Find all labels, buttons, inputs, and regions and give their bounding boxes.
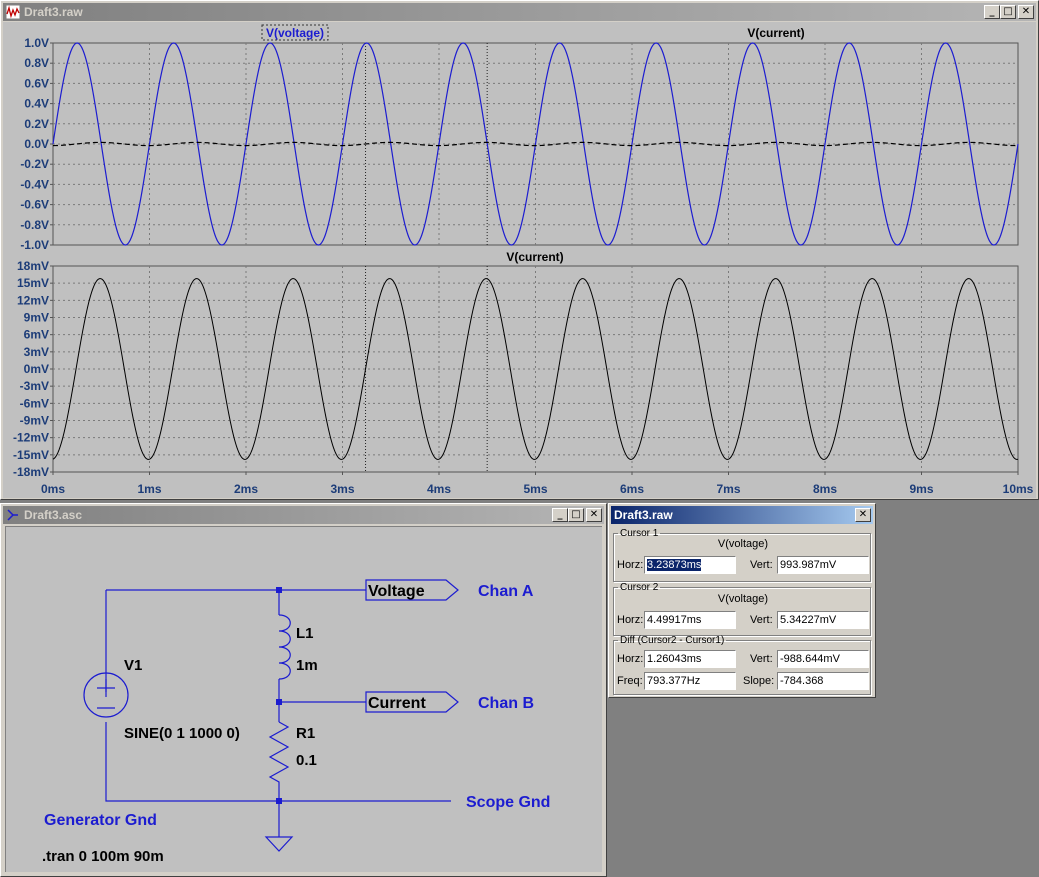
ground-symbol (264, 801, 294, 852)
y-tick-label: 12mV (17, 293, 49, 307)
diff-slope-field[interactable]: -784.368 (777, 672, 869, 690)
x-tick-label: 1ms (137, 482, 161, 496)
y-tick-label: 6mV (24, 328, 49, 342)
junction-mid (276, 699, 282, 705)
diff-horz-field[interactable]: 1.26043ms (644, 650, 736, 668)
resistor-symbol (268, 721, 290, 801)
label-chan-a[interactable]: Chan A (478, 583, 534, 600)
y-tick-label: 0mV (24, 362, 49, 376)
y-tick-label: -0.8V (20, 218, 49, 232)
x-tick-label: 5ms (523, 482, 547, 496)
net-label-voltage[interactable]: Voltage (368, 583, 425, 600)
label-scope-gnd[interactable]: Scope Gnd (466, 794, 550, 811)
x-tick-label: 7ms (716, 482, 740, 496)
minimize-button[interactable]: _ (984, 5, 1000, 19)
x-tick-label: 3ms (330, 482, 354, 496)
diff-horz-label: Horz: (617, 653, 644, 665)
waveform-icon (6, 5, 20, 19)
trace-label-current-top[interactable]: V(current) (747, 26, 804, 40)
minimize-button[interactable]: _ (552, 508, 568, 522)
cursor1-horz-label: Horz: (617, 559, 644, 571)
diff-vert-field[interactable]: -988.644mV (777, 650, 869, 668)
x-tick-label: 8ms (813, 482, 837, 496)
diff-legend: Diff (Cursor2 - Cursor1) (620, 635, 725, 646)
y-tick-label: 0.6V (24, 76, 49, 90)
close-button[interactable]: ✕ (586, 508, 602, 522)
close-button[interactable]: ✕ (855, 508, 871, 522)
y-tick-label: -15mV (13, 448, 49, 462)
y-tick-label: -0.2V (20, 157, 49, 171)
y-tick-label: -6mV (20, 396, 49, 410)
y-tick-label: 1.0V (24, 36, 49, 50)
cursor1-horz-field[interactable]: 3.23873ms (644, 556, 736, 574)
schematic-window: Draft3.asc _ □ ✕ Voltage Current Chan A … (0, 503, 607, 877)
y-tick-label: 3mV (24, 345, 49, 359)
x-tick-label: 0ms (41, 482, 65, 496)
schematic-window-title: Draft3.asc (24, 508, 83, 522)
inductor-symbol (278, 614, 291, 680)
label-generator-gnd[interactable]: Generator Gnd (44, 812, 157, 829)
spice-directive[interactable]: .tran 0 100m 90m (42, 848, 164, 865)
source-name[interactable]: V1 (124, 657, 142, 674)
plot-window-titlebar[interactable]: Draft3.raw _ □ ✕ (3, 3, 1036, 21)
y-tick-label: 0.0V (24, 137, 49, 151)
y-tick-label: 0.2V (24, 117, 49, 131)
waveform-plot[interactable]: 1.0V 0.8V 0.6V 0.4V 0.2V 0.0V -0.2V -0.4V -0.6V -… (3, 22, 1036, 498)
schematic-canvas[interactable]: Voltage Current Chan A Chan B Scope Gnd … (5, 526, 602, 872)
x-tick-label: 10ms (1003, 482, 1034, 496)
cursor1-vert-field[interactable]: 993.987mV (777, 556, 869, 574)
y-tick-label: -18mV (13, 465, 49, 479)
y-tick-label: -1.0V (20, 238, 49, 252)
x-tick-label: 9ms (909, 482, 933, 496)
y-tick-label: -12mV (13, 431, 49, 445)
cursor2-horz-label: Horz: (617, 614, 644, 626)
y-tick-label: -9mV (20, 414, 49, 428)
maximize-button[interactable]: □ (568, 508, 584, 522)
x-tick-label: 4ms (427, 482, 451, 496)
diff-slope-label: Slope: (743, 675, 775, 687)
junction-bottom (276, 798, 282, 804)
x-tick-label: 6ms (620, 482, 644, 496)
circuit-diagram[interactable]: Voltage Current Chan A Chan B Scope Gnd … (6, 527, 606, 877)
x-tick-label: 2ms (234, 482, 258, 496)
resistor-value[interactable]: 0.1 (296, 752, 317, 769)
source-value[interactable]: SINE(0 1 1000 0) (124, 725, 240, 742)
schematic-window-titlebar[interactable]: Draft3.asc _ □ ✕ (3, 506, 604, 524)
trace-label-current-bottom[interactable]: V(current) (506, 250, 563, 264)
y-tick-label: -0.4V (20, 177, 49, 191)
cursor2-horz-field[interactable]: 4.49917ms (644, 611, 736, 629)
y-tick-label: 15mV (17, 276, 49, 290)
y-tick-label: 0.8V (24, 56, 49, 70)
inductor-value[interactable]: 1m (296, 657, 318, 674)
y-tick-label: -0.6V (20, 198, 49, 212)
label-chan-b[interactable]: Chan B (478, 695, 534, 712)
cursor2-vert-label: Vert: (750, 614, 773, 626)
inductor-name[interactable]: L1 (296, 625, 314, 642)
cursor2-trace: V(voltage) (717, 593, 769, 605)
diff-freq-field[interactable]: 793.377Hz (644, 672, 736, 690)
maximize-button[interactable]: □ (1000, 5, 1016, 19)
plot-window: Draft3.raw _ □ ✕ 1.0V 0.8V 0.6V 0.4V 0.2V 0.0… (0, 0, 1039, 500)
net-label-current[interactable]: Current (368, 695, 426, 712)
cursor1-trace: V(voltage) (717, 538, 769, 550)
schematic-icon (7, 509, 18, 521)
close-button[interactable]: ✕ (1018, 5, 1034, 19)
y-tick-label: -3mV (20, 379, 49, 393)
cursor2-legend: Cursor 2 (620, 582, 659, 593)
diff-vert-label: Vert: (750, 653, 773, 665)
diff-freq-label: Freq: (617, 675, 643, 687)
plot-window-title: Draft3.raw (24, 5, 83, 19)
junction-top (276, 587, 282, 593)
cursor1-vert-label: Vert: (750, 559, 773, 571)
cursor-window-titlebar[interactable]: Draft3.raw ✕ (611, 506, 873, 524)
trace-label-voltage[interactable]: V(voltage) (266, 26, 324, 40)
y-tick-label: 0.4V (24, 97, 49, 111)
y-tick-label: 18mV (17, 259, 49, 273)
cursor2-vert-field[interactable]: 5.34227mV (777, 611, 869, 629)
resistor-name[interactable]: R1 (296, 725, 315, 742)
y-tick-label: 9mV (24, 311, 49, 325)
cursor-window: Draft3.raw ✕ Cursor 1 V(voltage) Horz: 3… (608, 503, 876, 698)
top-pane-y-axis: 1.0V 0.8V 0.6V 0.4V 0.2V 0.0V -0.2V -0.4V -0.6V -… (20, 36, 53, 252)
cursor-window-title: Draft3.raw (614, 508, 673, 522)
